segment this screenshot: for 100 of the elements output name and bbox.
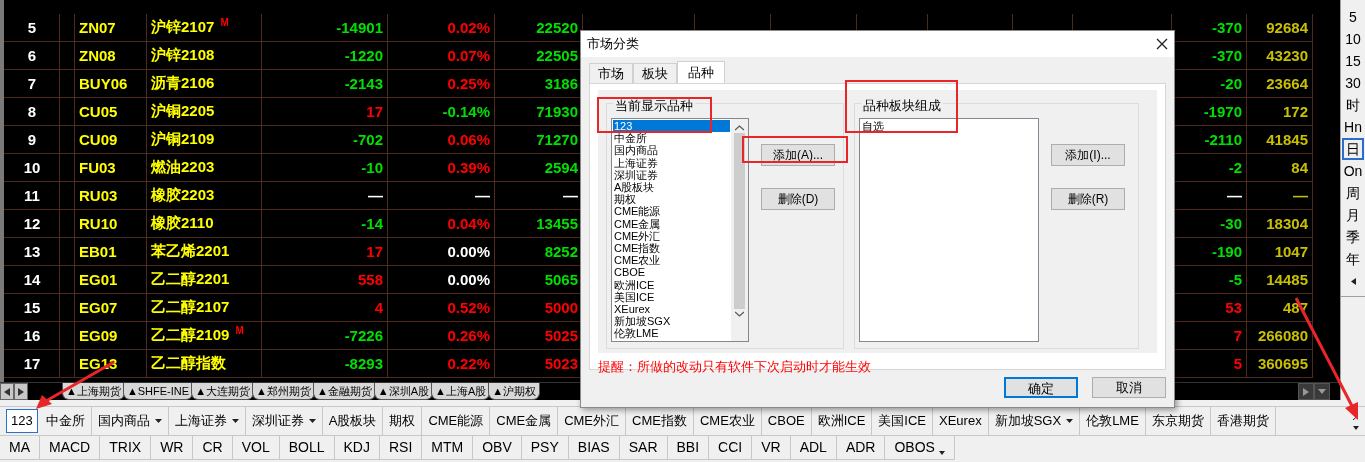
contract-code: CU05	[79, 103, 118, 120]
ok-button[interactable]: 确定	[1004, 377, 1078, 398]
list-item[interactable]: CME农业	[613, 254, 730, 267]
contract-name: 乙二醇指数	[151, 354, 226, 373]
period-button[interactable]: 周	[1342, 182, 1364, 204]
list-item[interactable]: 123	[613, 120, 730, 133]
sheet-tab[interactable]: ▲大连期货	[191, 383, 254, 400]
table-cell: 22520	[536, 19, 578, 36]
contract-name: 燃油2203	[151, 158, 215, 177]
list-item[interactable]: XEurex	[613, 303, 730, 316]
indicator-button[interactable]: OBV	[473, 436, 522, 460]
scroll-left-button[interactable]	[0, 383, 14, 400]
indicator-button[interactable]: VR	[752, 436, 791, 460]
period-button[interactable]: 季	[1342, 226, 1364, 248]
sheet-tab[interactable]: ▲金融期货	[312, 383, 376, 400]
list-item[interactable]: 欧洲ICE	[613, 278, 730, 291]
indicator-button[interactable]: PSY	[521, 436, 569, 460]
indicator-button[interactable]: MA	[0, 436, 40, 460]
add-button[interactable]: 添加(I)...	[1051, 144, 1125, 166]
scroll-right-button[interactable]	[14, 383, 28, 400]
indicator-button[interactable]: ADR	[836, 436, 886, 460]
list-item[interactable]: 美国ICE	[613, 290, 730, 304]
period-button[interactable]: 30	[1342, 72, 1364, 94]
market-button[interactable]: 123	[6, 409, 38, 433]
indicator-button[interactable]: SAR	[619, 436, 668, 460]
table-cell: —	[475, 187, 490, 204]
list-box[interactable]: 123 中金所 国内商品 上海证券 深圳证券 A股板块 期权 CME能源 CME金属 CME外汇 CME指数 CME农业 CBOE 欧洲ICE 美国ICE XEurex 新加坡SGX 伦敦LME	[611, 118, 749, 342]
list-item[interactable]: 自选	[861, 120, 1037, 133]
contract-name: 乙二醇2109	[151, 326, 230, 345]
dropdown-button[interactable]	[1314, 383, 1330, 400]
list-item[interactable]: CME金属	[613, 217, 730, 230]
table-cell: -20	[1220, 75, 1242, 92]
tab[interactable]: 板块	[633, 63, 677, 83]
list-item[interactable]: 深圳证券	[613, 168, 730, 181]
contract-code: EG07	[79, 299, 118, 316]
indicator-button[interactable]: ADL	[790, 436, 837, 460]
indicator-button[interactable]: BOLL	[279, 436, 335, 460]
list-item[interactable]: CME指数	[613, 242, 730, 255]
table-cell: 7	[1233, 327, 1242, 344]
add-button[interactable]: 添加(A)...	[761, 144, 835, 166]
list-item[interactable]: 伦敦LME	[613, 327, 730, 340]
contract-name: 橡胶2203	[151, 186, 215, 205]
sheet-tab[interactable]: ▲SHFE-INE	[122, 383, 194, 400]
list-item[interactable]: 新加坡SGX	[613, 315, 730, 328]
flag-marker: M	[235, 325, 244, 336]
sheet-tab[interactable]: ▲郑州期货	[252, 383, 315, 400]
sheet-tab[interactable]: ▲沪期权	[488, 383, 541, 400]
table-cell: 1047	[1274, 243, 1308, 260]
indicator-button[interactable]: RSI	[379, 436, 423, 460]
table-cell: 71930	[536, 103, 578, 120]
period-button[interactable]: 时	[1342, 94, 1364, 116]
list-item[interactable]: CME外汇	[613, 229, 730, 243]
sheet-tab[interactable]: ▲上海期货	[62, 383, 125, 400]
list-item[interactable]: 中金所	[613, 132, 730, 145]
list-box[interactable]: 自选	[859, 118, 1039, 342]
contract-name: 苯乙烯2201	[151, 242, 230, 261]
table-cell: 0.06%	[447, 131, 490, 148]
period-button[interactable]: Hn	[1342, 116, 1364, 138]
sheet-tab[interactable]: ▲上海A股	[431, 383, 491, 400]
indicator-button[interactable]: CR	[193, 436, 233, 460]
list-item[interactable]: CBOE	[613, 266, 730, 279]
indicator-button[interactable]: MTM	[422, 436, 474, 460]
table-cell: 22505	[536, 47, 578, 64]
scrollbar-thumb[interactable]	[734, 133, 745, 309]
period-button[interactable]: 月	[1342, 204, 1364, 226]
scroll-right-button[interactable]	[1298, 383, 1314, 400]
list-item[interactable]: 期权	[613, 193, 730, 206]
row-number: 17	[22, 355, 42, 372]
indicator-button[interactable]: VOL	[232, 436, 280, 460]
list-item[interactable]: A股板块	[613, 181, 730, 194]
period-button[interactable]: 10	[1342, 28, 1364, 50]
indicator-button[interactable]: BBI	[667, 436, 710, 460]
indicator-button[interactable]: TRIX	[100, 436, 152, 460]
cancel-button[interactable]: 取消	[1092, 377, 1166, 398]
sheet-tab[interactable]: ▲深圳A股	[373, 383, 434, 400]
close-icon[interactable]	[1156, 38, 1168, 50]
delete-button[interactable]: 删除(D)	[761, 188, 835, 210]
list-item[interactable]: 国内商品	[613, 144, 730, 157]
contract-code: EG01	[79, 271, 118, 288]
period-button[interactable]: 年	[1342, 248, 1364, 270]
indicator-button[interactable]: WR	[151, 436, 194, 460]
table-cell: 0.22%	[447, 355, 490, 372]
delete-button[interactable]: 删除(R)	[1051, 188, 1125, 210]
contract-code: ZN08	[79, 47, 116, 64]
row-number: 6	[26, 47, 38, 64]
tab[interactable]: 品种	[677, 61, 725, 83]
tab[interactable]: 市场	[589, 63, 633, 83]
contract-code: EB01	[79, 243, 117, 260]
indicator-button[interactable]: BIAS	[568, 436, 620, 460]
indicator-button[interactable]: OBOS	[885, 436, 955, 460]
indicator-button[interactable]: CCI	[709, 436, 753, 460]
period-button[interactable]: 5	[1342, 6, 1364, 28]
period-button[interactable]: On	[1342, 160, 1364, 182]
list-item[interactable]: 上海证券	[613, 156, 730, 169]
table-cell: 84	[1291, 159, 1308, 176]
period-button[interactable]: 15	[1342, 50, 1364, 72]
indicator-button[interactable]: MACD	[40, 436, 101, 460]
list-item[interactable]: CME能源	[613, 205, 730, 218]
indicator-button[interactable]: KDJ	[334, 436, 380, 460]
period-button[interactable]: 日	[1342, 138, 1364, 160]
